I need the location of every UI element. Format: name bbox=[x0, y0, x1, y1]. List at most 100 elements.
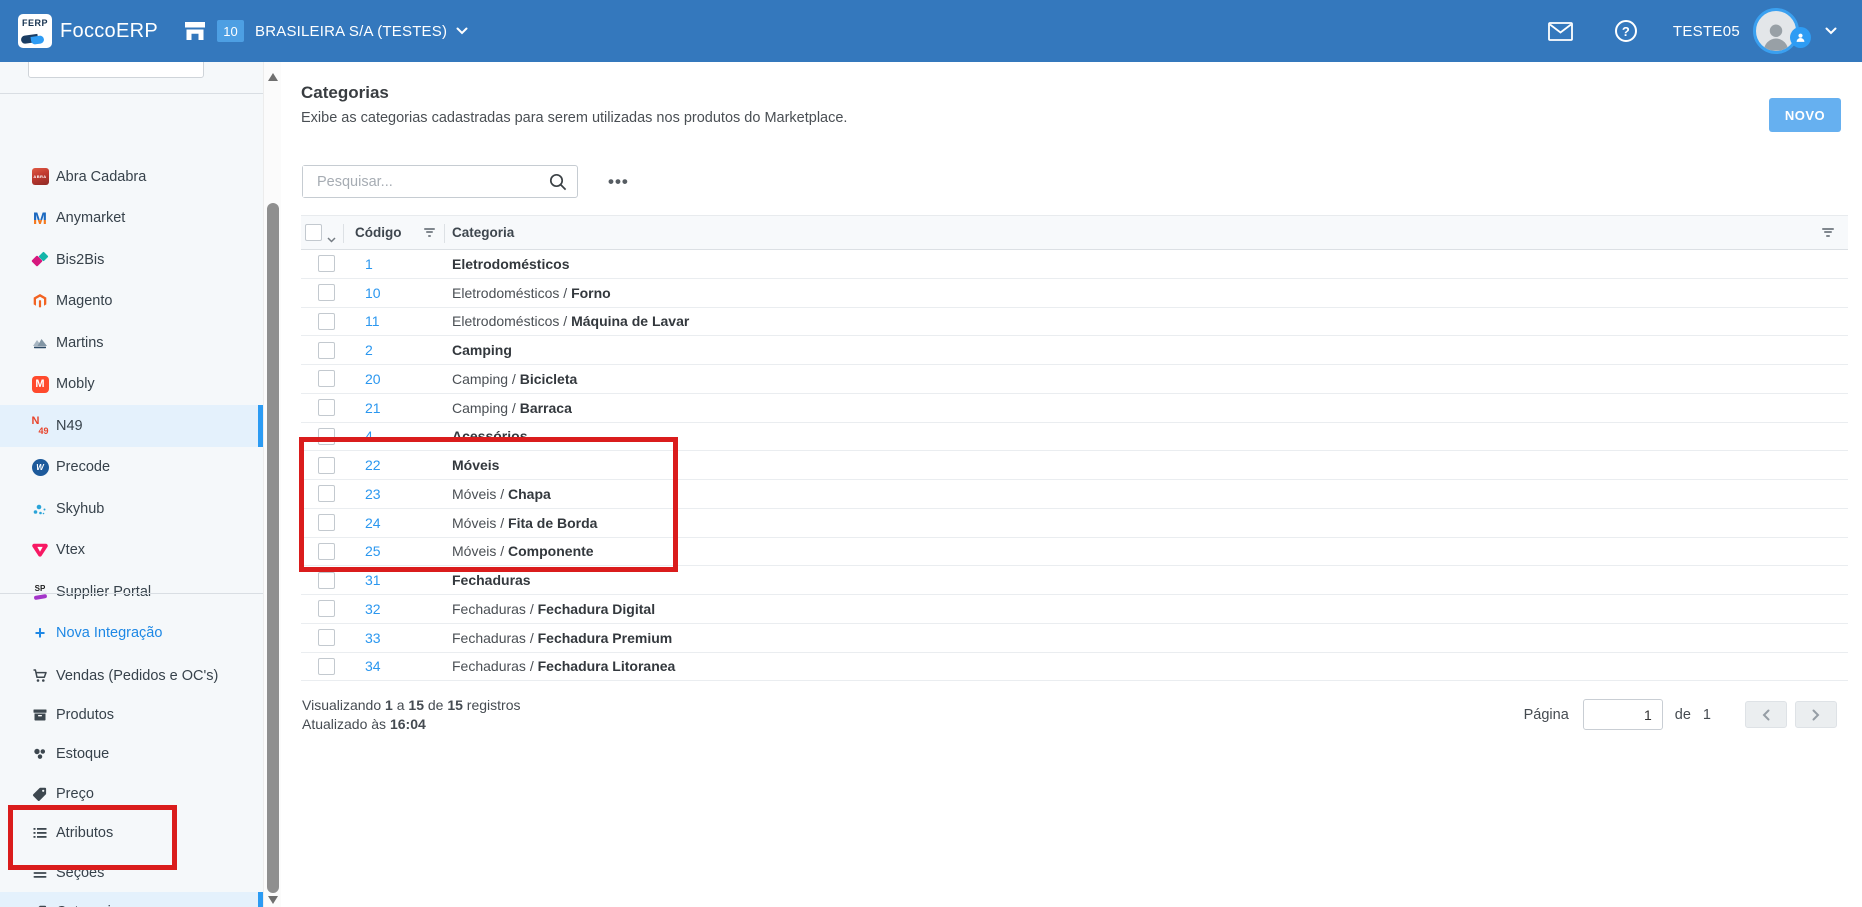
filter-icon-table[interactable] bbox=[1822, 226, 1834, 238]
help-icon[interactable]: ? bbox=[1615, 20, 1637, 42]
category-code-link[interactable]: 32 bbox=[365, 601, 452, 617]
previous-page-button[interactable] bbox=[1745, 701, 1787, 728]
sidebar-item-anymarket[interactable]: MAnymarket bbox=[0, 198, 263, 240]
table-row[interactable]: 21Camping / Barraca bbox=[301, 394, 1848, 423]
bis2bis-icon bbox=[31, 251, 49, 269]
search-icon[interactable] bbox=[548, 172, 568, 197]
row-checkbox[interactable] bbox=[318, 658, 335, 675]
sidebar-item-nova-integracao[interactable]: +Nova Integração bbox=[0, 613, 263, 655]
row-checkbox[interactable] bbox=[318, 284, 335, 301]
sidebar-item-abra-cadabra[interactable]: ABRAAbra Cadabra bbox=[0, 156, 263, 198]
table-row[interactable]: 31Fechaduras bbox=[301, 566, 1848, 595]
user-menu-chevron-down-icon[interactable] bbox=[1825, 27, 1837, 35]
category-code-link[interactable]: 21 bbox=[365, 400, 452, 416]
category-code-link[interactable]: 25 bbox=[365, 543, 452, 559]
category-code-link[interactable]: 23 bbox=[365, 486, 452, 502]
row-checkbox[interactable] bbox=[318, 428, 335, 445]
category-code-link[interactable]: 22 bbox=[365, 457, 452, 473]
scrollbar-thumb[interactable] bbox=[267, 203, 279, 893]
sidebar-item-bis2bis[interactable]: Bis2Bis bbox=[0, 239, 263, 281]
sidebar-item-vtex[interactable]: Vtex bbox=[0, 530, 263, 572]
table-row[interactable]: 25Móveis / Componente bbox=[301, 538, 1848, 567]
table-row[interactable]: 11Eletrodomésticos / Máquina de Lavar bbox=[301, 308, 1848, 337]
sidebar-item-precode[interactable]: WPrecode bbox=[0, 447, 263, 489]
column-header-categoria[interactable]: Categoria bbox=[452, 225, 514, 240]
row-checkbox[interactable] bbox=[318, 399, 335, 416]
row-checkbox[interactable] bbox=[318, 543, 335, 560]
n49-icon: N49 bbox=[31, 417, 49, 435]
category-code-link[interactable]: 31 bbox=[365, 572, 452, 588]
top-bar: FERP FoccoERP 10 BRASILEIRA S/A (TESTES)… bbox=[0, 0, 1862, 62]
sidebar-item-n49[interactable]: N49N49 bbox=[0, 405, 263, 447]
category-code-link[interactable]: 2 bbox=[365, 342, 452, 358]
row-checkbox[interactable] bbox=[318, 485, 335, 502]
sidebar-item-label: Magento bbox=[56, 293, 112, 309]
sidebar-item-label: Vtex bbox=[56, 542, 85, 558]
table-row[interactable]: 10Eletrodomésticos / Forno bbox=[301, 279, 1848, 308]
row-checkbox[interactable] bbox=[318, 514, 335, 531]
category-code-link[interactable]: 11 bbox=[365, 313, 452, 329]
sidebar-item-mobly[interactable]: MMobly bbox=[0, 364, 263, 406]
category-code-link[interactable]: 20 bbox=[365, 371, 452, 387]
table-row[interactable]: 23Móveis / Chapa bbox=[301, 480, 1848, 509]
category-code-link[interactable]: 10 bbox=[365, 285, 452, 301]
category-code-link[interactable]: 1 bbox=[365, 256, 452, 272]
company-chevron-down-icon[interactable] bbox=[456, 27, 468, 35]
store-icon bbox=[184, 22, 206, 41]
sidebar-item-martins[interactable]: Martins bbox=[0, 322, 263, 364]
category-code-link[interactable]: 4 bbox=[365, 428, 452, 444]
select-menu-chevron-down-icon[interactable] bbox=[327, 230, 336, 248]
row-checkbox[interactable] bbox=[318, 370, 335, 387]
scrollbar-up-arrow-icon[interactable] bbox=[268, 73, 278, 81]
category-code-link[interactable]: 24 bbox=[365, 515, 452, 531]
sidebar-item-preco[interactable]: Preço bbox=[0, 774, 263, 813]
filter-icon-codigo[interactable] bbox=[424, 226, 435, 238]
page-number-input[interactable] bbox=[1583, 699, 1663, 730]
column-header-codigo[interactable]: Código bbox=[355, 225, 402, 240]
visualizando-text: Visualizando 1 a 15 de 15 registros bbox=[302, 696, 521, 715]
table-row[interactable]: 20Camping / Bicicleta bbox=[301, 365, 1848, 394]
search-input[interactable] bbox=[303, 166, 541, 197]
row-checkbox[interactable] bbox=[318, 629, 335, 646]
table-row[interactable]: 2Camping bbox=[301, 336, 1848, 365]
scrollbar-down-arrow-icon[interactable] bbox=[268, 896, 278, 904]
magento-icon bbox=[31, 292, 49, 310]
category-code-link[interactable]: 34 bbox=[365, 658, 452, 674]
sidebar-item-categorias[interactable]: Categorias bbox=[0, 892, 263, 907]
next-page-button[interactable] bbox=[1795, 701, 1837, 728]
row-checkbox[interactable] bbox=[318, 313, 335, 330]
category-code-link[interactable]: 33 bbox=[365, 630, 452, 646]
category-name: Móveis bbox=[452, 457, 1848, 473]
sidebar-item-vendas-pedidos-e-oc-s[interactable]: Vendas (Pedidos e OC's) bbox=[0, 656, 263, 695]
row-checkbox[interactable] bbox=[318, 572, 335, 589]
sidebar-item-skyhub[interactable]: Skyhub bbox=[0, 488, 263, 530]
mail-icon[interactable] bbox=[1548, 22, 1573, 41]
avatar[interactable] bbox=[1753, 8, 1799, 54]
sidebar-item-secoes[interactable]: Seções bbox=[0, 853, 263, 892]
table-row[interactable]: 34Fechaduras / Fechadura Litoranea bbox=[301, 653, 1848, 682]
table-row[interactable]: 1Eletrodomésticos bbox=[301, 250, 1848, 279]
categories-table: Código Categoria 1Eletrodomésticos10Elet… bbox=[301, 215, 1848, 681]
table-row[interactable]: 22Móveis bbox=[301, 451, 1848, 480]
table-row[interactable]: 32Fechaduras / Fechadura Digital bbox=[301, 595, 1848, 624]
sidebar-item-supplier-portal[interactable]: SPSupplier Portal bbox=[0, 571, 263, 613]
sidebar-item-produtos[interactable]: Produtos bbox=[0, 695, 263, 734]
row-checkbox[interactable] bbox=[318, 600, 335, 617]
sidebar-scrollbar[interactable] bbox=[263, 62, 281, 907]
foccoerp-logo-icon: FERP bbox=[18, 14, 52, 48]
table-row[interactable]: 4Acessórios bbox=[301, 423, 1848, 452]
more-options-icon[interactable]: ••• bbox=[608, 173, 629, 190]
row-checkbox[interactable] bbox=[318, 457, 335, 474]
select-all-checkbox[interactable] bbox=[305, 224, 322, 241]
row-checkbox[interactable] bbox=[318, 255, 335, 272]
table-row[interactable]: 33Fechaduras / Fechadura Premium bbox=[301, 624, 1848, 653]
table-body: 1Eletrodomésticos10Eletrodomésticos / Fo… bbox=[301, 250, 1848, 681]
sidebar-item-atributos[interactable]: Atributos bbox=[0, 814, 263, 853]
company-selector[interactable]: BRASILEIRA S/A (TESTES) bbox=[255, 23, 447, 40]
sidebar-item-estoque[interactable]: Estoque bbox=[0, 735, 263, 774]
table-row[interactable]: 24Móveis / Fita de Borda bbox=[301, 509, 1848, 538]
sidebar-item-magento[interactable]: Magento bbox=[0, 281, 263, 323]
row-checkbox[interactable] bbox=[318, 342, 335, 359]
attributes-list-icon bbox=[31, 824, 49, 842]
novo-button[interactable]: NOVO bbox=[1769, 98, 1841, 132]
